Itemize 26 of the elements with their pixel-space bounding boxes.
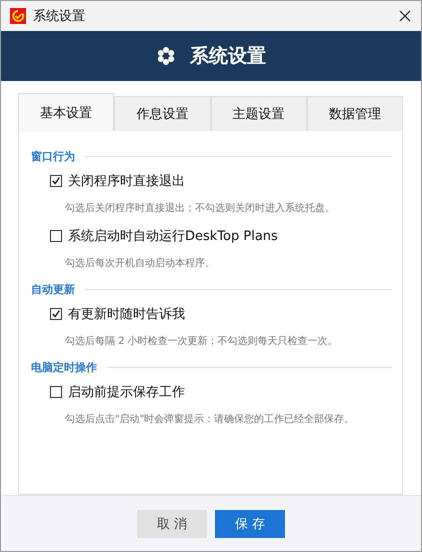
option-label: 系统启动时自动运行DeskTop Plans (68, 228, 278, 245)
window-title: 系统设置 (33, 8, 86, 25)
settings-icon (156, 46, 176, 66)
tab[interactable]: 数据管理 (306, 96, 403, 131)
checkbox[interactable] (50, 230, 62, 242)
hint-text: 勾选后关闭程序时直接退出；不勾选则关闭时进入系统托盘。 (65, 202, 336, 215)
close-icon[interactable] (399, 10, 411, 22)
checkbox[interactable] (50, 175, 62, 187)
checkbox[interactable] (50, 308, 62, 320)
section-title: 电脑定时操作 (31, 360, 97, 375)
hint-text: 勾选后点击"启动"时会弹窗提示：请确保您的工作已经全部保存。 (65, 412, 356, 426)
option-label: 关闭程序时直接退出 (68, 173, 185, 190)
tab[interactable]: 作息设置 (114, 96, 210, 131)
tab[interactable]: 基本设置 (18, 93, 114, 131)
section-title: 窗口行为 (31, 149, 75, 164)
tab[interactable]: 主题设置 (210, 96, 307, 131)
header-title: 系统设置 (190, 44, 266, 69)
cancel-button[interactable]: 取 消 (137, 510, 207, 538)
hint-text: 勾选后每次开机自动启动本程序。 (65, 256, 216, 270)
section-title: 自动更新 (31, 282, 75, 297)
hint-text: 勾选后每隔 2 小时检查一次更新；不勾选则每天只检查一次。 (65, 334, 339, 348)
option-label: 启动前提示保存工作 (68, 384, 185, 401)
clock-logo-icon (10, 8, 26, 24)
checkbox[interactable] (50, 386, 62, 398)
save-button[interactable]: 保 存 (215, 510, 285, 538)
option-label: 有更新时随时告诉我 (68, 306, 185, 323)
